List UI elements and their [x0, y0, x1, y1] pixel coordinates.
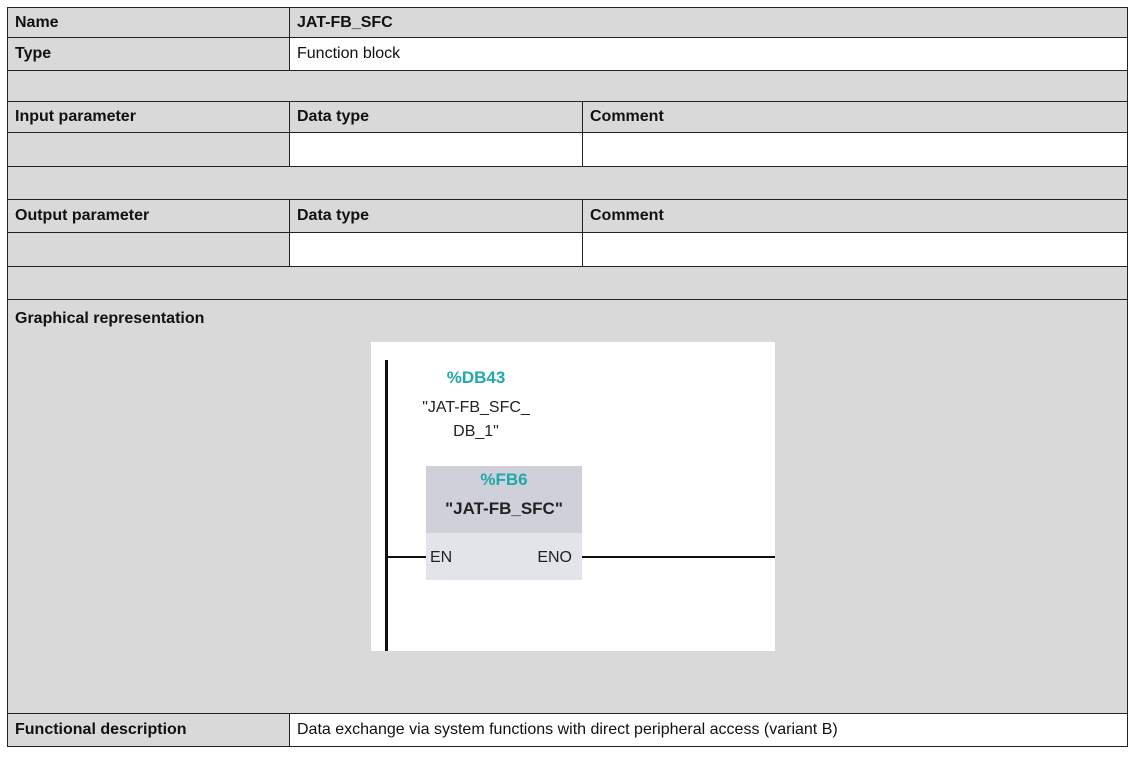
- output-datatype-cell: [289, 233, 582, 266]
- input-datatype-cell: [289, 133, 582, 166]
- type-value: Function block: [289, 38, 1127, 70]
- graphical-representation-label: Graphical representation: [15, 310, 205, 327]
- spacer-row: [7, 166, 1128, 199]
- function-block-table: Name JAT-FB_SFC Type Function block Inpu…: [7, 7, 1128, 747]
- graphical-representation-row: Graphical representation %DB43 "JAT-FB_S…: [7, 299, 1128, 713]
- spacer-row: [7, 266, 1128, 299]
- output-empty-row: [7, 232, 1128, 266]
- pin-eno: ENO: [537, 549, 572, 566]
- spacer-row: [7, 70, 1128, 101]
- fb-name: "JAT-FB_SFC": [445, 499, 563, 518]
- output-comment-cell: [582, 233, 1127, 266]
- output-comment-header: Comment: [582, 200, 1127, 232]
- plc-block-diagram: %DB43 "JAT-FB_SFC_ DB_1" %FB6 "JAT-FB_SF…: [371, 342, 775, 651]
- input-header-row: Input parameter Data type Comment: [7, 101, 1128, 132]
- db-address: %DB43: [446, 368, 506, 387]
- type-label: Type: [8, 38, 289, 70]
- input-datatype-header: Data type: [289, 102, 582, 132]
- fb-address: %FB6: [480, 470, 528, 489]
- function-block-title: %FB6 "JAT-FB_SFC": [426, 466, 582, 533]
- type-row: Type Function block: [7, 37, 1128, 70]
- power-rail: [385, 360, 388, 651]
- output-datatype-header: Data type: [289, 200, 582, 232]
- output-wire: [582, 556, 775, 558]
- output-parameter-header: Output parameter: [8, 200, 289, 232]
- name-value: JAT-FB_SFC: [289, 8, 1127, 37]
- input-empty-row: [7, 132, 1128, 166]
- input-parameter-cell: [8, 133, 289, 166]
- output-header-row: Output parameter Data type Comment: [7, 199, 1128, 232]
- db-name-line-2: DB_1": [453, 423, 499, 440]
- input-comment-cell: [582, 133, 1127, 166]
- name-label: Name: [8, 8, 289, 37]
- functional-description-label: Functional description: [8, 714, 289, 746]
- input-comment-header: Comment: [582, 102, 1127, 132]
- function-block-box: %FB6 "JAT-FB_SFC" EN ENO: [426, 466, 582, 580]
- db-name-line-1: "JAT-FB_SFC_: [422, 399, 530, 416]
- input-parameter-header: Input parameter: [8, 102, 289, 132]
- db-name: "JAT-FB_SFC_ DB_1": [411, 396, 541, 444]
- functional-description-row: Functional description Data exchange via…: [7, 713, 1128, 747]
- output-parameter-cell: [8, 233, 289, 266]
- input-wire: [388, 556, 426, 558]
- pin-en: EN: [430, 549, 453, 566]
- functional-description-value: Data exchange via system functions with …: [289, 714, 1127, 746]
- name-row: Name JAT-FB_SFC: [7, 7, 1128, 37]
